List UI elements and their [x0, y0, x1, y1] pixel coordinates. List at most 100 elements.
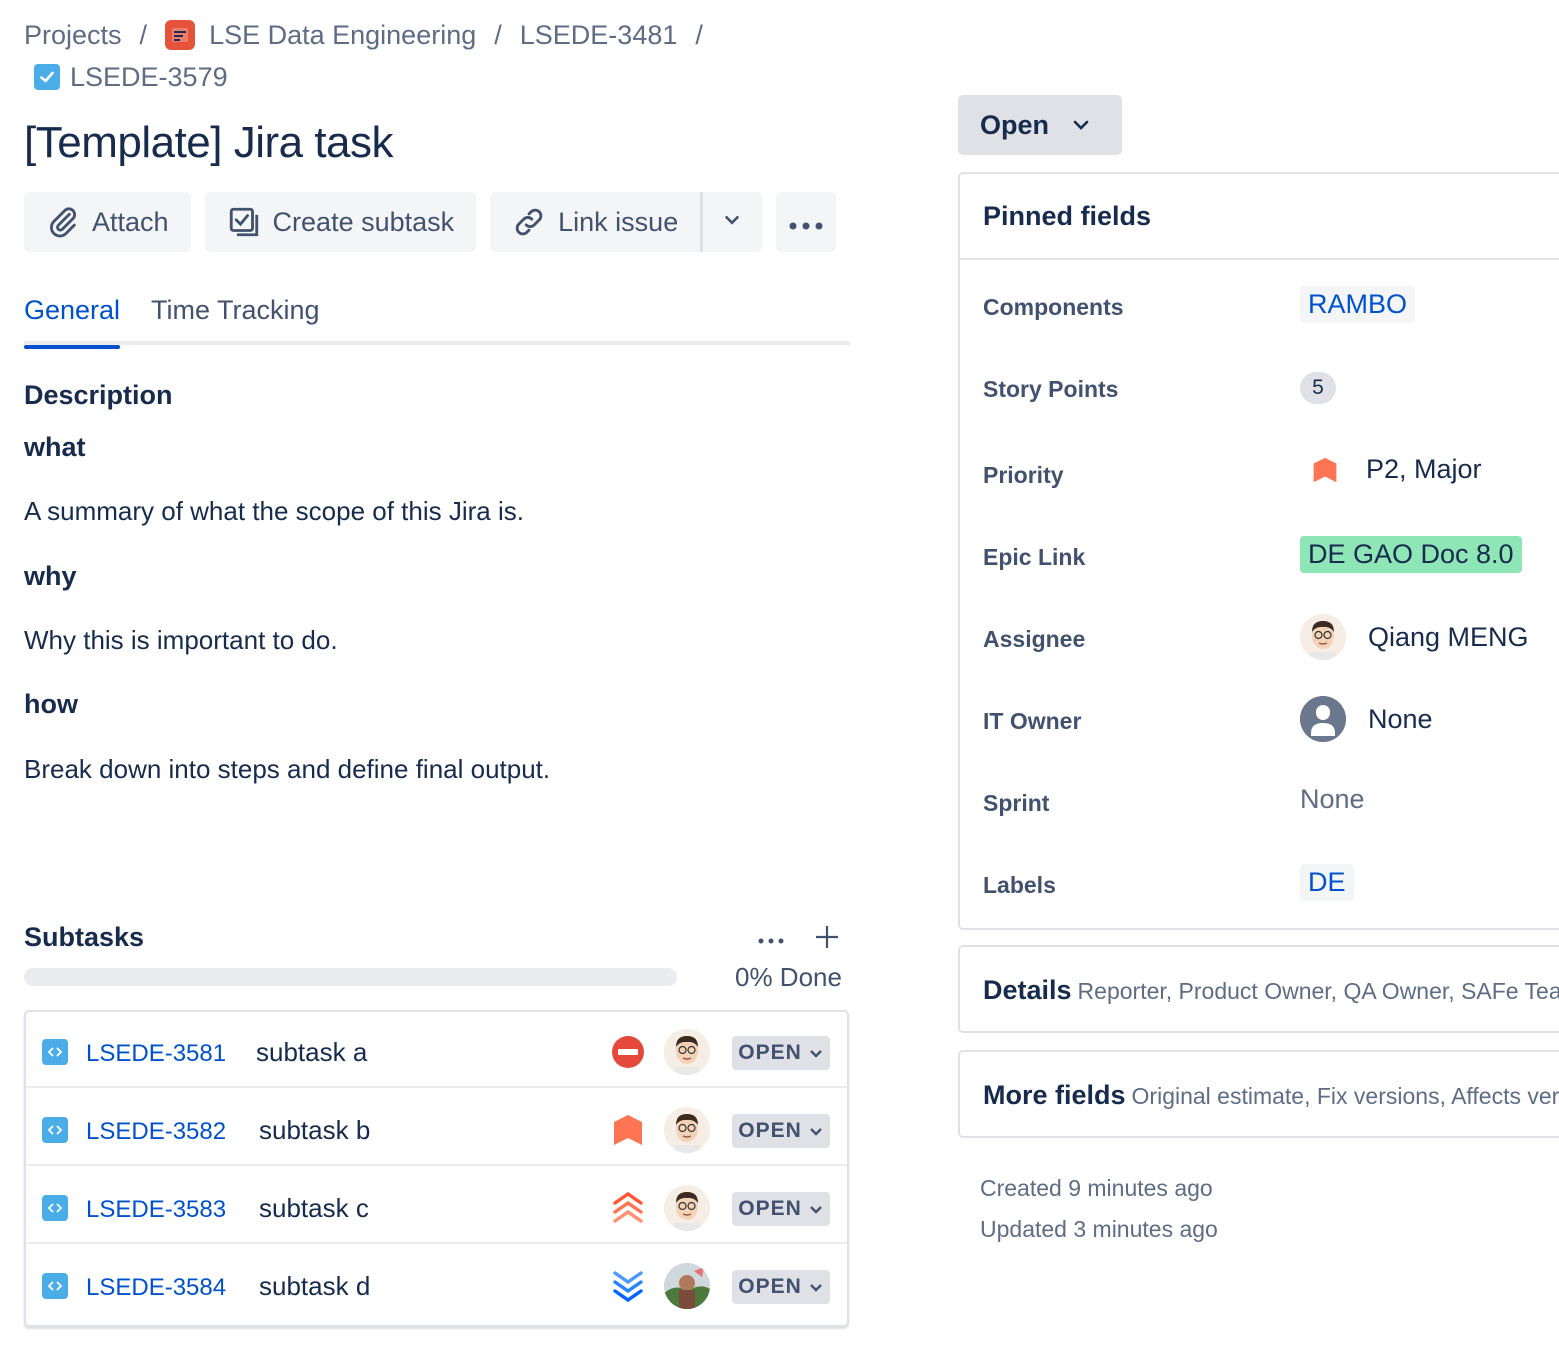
breadcrumb-project[interactable]: LSE Data Engineering [209, 17, 476, 53]
link-issue-split-button: Link issue [490, 192, 763, 252]
assignee-avatar[interactable] [664, 1263, 710, 1309]
details-panel[interactable]: Details Reporter, Product Owner, QA Owner… [958, 945, 1559, 1033]
default-user-avatar-icon [1300, 696, 1346, 742]
field-label: Labels [983, 872, 1056, 898]
attach-button[interactable]: Attach [24, 192, 191, 252]
major-priority-icon [1312, 457, 1338, 483]
subtask-status-label: OPEN [738, 1041, 802, 1064]
subtask-row[interactable]: LSEDE-3581 subtask a OPEN [26, 1012, 847, 1088]
sprint-value[interactable]: None [1300, 784, 1365, 815]
subtasks-more-icon[interactable] [758, 920, 784, 952]
subtasks-header: Subtasks [24, 920, 850, 960]
description-how-text: Break down into steps and define final o… [24, 754, 551, 784]
updated-timestamp: Updated 3 minutes ago [980, 1216, 1218, 1242]
major-priority-icon [610, 1112, 646, 1148]
assignee-avatar[interactable] [664, 1029, 710, 1075]
add-subtask-icon[interactable] [814, 914, 840, 960]
link-icon [512, 205, 546, 239]
chevron-down-icon [721, 207, 743, 238]
subtask-key[interactable]: LSEDE-3582 [86, 1118, 226, 1146]
chevron-down-icon [1071, 115, 1091, 135]
highest-priority-icon [610, 1190, 646, 1226]
field-sprint: Sprint None [960, 772, 1559, 832]
subtask-status-label: OPEN [738, 1275, 802, 1298]
subtask-row[interactable]: LSEDE-3584 subtask d OPEN [26, 1246, 847, 1322]
issue-title[interactable]: [Template] Jira task [24, 118, 394, 168]
subtask-status-dropdown[interactable]: OPEN [732, 1192, 830, 1226]
field-value[interactable]: None [1300, 696, 1433, 742]
subtasks-list: LSEDE-3581 subtask a OPEN LSEDE-3582 sub… [24, 1010, 849, 1327]
issue-status-dropdown[interactable]: Open [958, 95, 1122, 155]
breadcrumb-separator: / [139, 20, 148, 50]
lowest-priority-icon [610, 1268, 646, 1304]
assignee-avatar[interactable] [664, 1107, 710, 1153]
field-label: IT Owner [983, 708, 1082, 734]
field-label: Epic Link [983, 544, 1086, 570]
subtask-status-label: OPEN [738, 1197, 802, 1220]
description-section[interactable]: Description what A summary of what the s… [24, 380, 850, 784]
field-value[interactable]: DE GAO Doc 8.0 [1300, 536, 1522, 573]
field-it-owner: IT Owner None [960, 690, 1559, 750]
story-points-badge[interactable]: 5 [1300, 372, 1336, 404]
link-issue-label: Link issue [558, 206, 679, 237]
chevron-down-icon [808, 1201, 824, 1217]
attach-label: Attach [92, 206, 169, 237]
breadcrumb-parent-issue[interactable]: LSEDE-3481 [520, 17, 678, 53]
subtask-type-icon [42, 1273, 68, 1299]
description-what-heading: what [24, 432, 86, 462]
it-owner-value: None [1368, 703, 1433, 734]
label-chip[interactable]: DE [1300, 864, 1354, 901]
field-value[interactable]: RAMBO [1300, 286, 1416, 323]
more-actions-button[interactable] [776, 192, 837, 252]
field-value[interactable]: DE [1300, 864, 1354, 901]
subtask-key[interactable]: LSEDE-3583 [86, 1196, 226, 1224]
tab-general[interactable]: General [24, 295, 121, 349]
subtask-status-dropdown[interactable]: OPEN [732, 1270, 830, 1304]
field-value[interactable]: 5 [1300, 372, 1336, 404]
breadcrumb-current-issue[interactable]: LSEDE-3579 [70, 59, 228, 95]
more-fields-summary: Original estimate, Fix versions, Affects… [1131, 1083, 1559, 1109]
epic-link-lozenge[interactable]: DE GAO Doc 8.0 [1300, 536, 1522, 573]
pinned-fields-heading[interactable]: Pinned fields [960, 174, 1559, 260]
breadcrumb-separator: / [494, 20, 502, 50]
subtasks-heading: Subtasks [24, 922, 145, 952]
field-label: Priority [983, 462, 1064, 488]
component-chip[interactable]: RAMBO [1300, 286, 1416, 323]
subtask-status-dropdown[interactable]: OPEN [732, 1036, 830, 1070]
description-how-heading: how [24, 689, 78, 719]
field-label: Assignee [983, 626, 1086, 652]
field-value[interactable]: P2, Major [1300, 454, 1482, 485]
field-label: Components [983, 294, 1124, 320]
field-assignee: Assignee Qiang MENG [960, 608, 1559, 668]
chevron-down-icon [808, 1279, 824, 1295]
subtask-summary[interactable]: subtask d [259, 1271, 370, 1302]
blocker-icon [610, 1034, 646, 1070]
breadcrumb-projects[interactable]: Projects [24, 17, 122, 53]
tab-time-tracking[interactable]: Time Tracking [151, 295, 320, 345]
assignee-avatar[interactable] [664, 1185, 710, 1231]
subtask-type-icon [42, 1195, 68, 1221]
subtask-key[interactable]: LSEDE-3584 [86, 1274, 226, 1302]
paperclip-icon [46, 205, 80, 239]
pinned-fields-panel: Pinned fields Components RAMBO Story Poi… [958, 172, 1559, 930]
link-issue-button[interactable]: Link issue [490, 192, 701, 252]
more-fields-panel[interactable]: More fields Original estimate, Fix versio… [958, 1050, 1559, 1138]
subtask-type-icon [42, 1117, 68, 1143]
create-subtask-button[interactable]: Create subtask [204, 192, 477, 252]
field-label: Sprint [983, 790, 1050, 816]
priority-value: P2, Major [1366, 454, 1482, 484]
subtask-summary[interactable]: subtask a [256, 1037, 367, 1068]
link-issue-dropdown-button[interactable] [700, 192, 763, 252]
subtask-summary[interactable]: subtask b [259, 1115, 370, 1146]
subtask-key[interactable]: LSEDE-3581 [86, 1040, 226, 1068]
field-priority: Priority P2, Major [960, 444, 1559, 504]
assignee-avatar [1300, 614, 1346, 660]
description-why-heading: why [24, 561, 77, 591]
breadcrumb: Projects / LSE Data Engineering / LSEDE-… [24, 14, 721, 98]
subtask-row[interactable]: LSEDE-3582 subtask b OPEN [26, 1090, 847, 1166]
subtask-type-icon [42, 1039, 68, 1065]
subtask-status-dropdown[interactable]: OPEN [732, 1114, 830, 1148]
subtask-summary[interactable]: subtask c [259, 1193, 369, 1224]
field-value[interactable]: Qiang MENG [1300, 614, 1529, 660]
subtask-row[interactable]: LSEDE-3583 subtask c OPEN [26, 1168, 847, 1244]
